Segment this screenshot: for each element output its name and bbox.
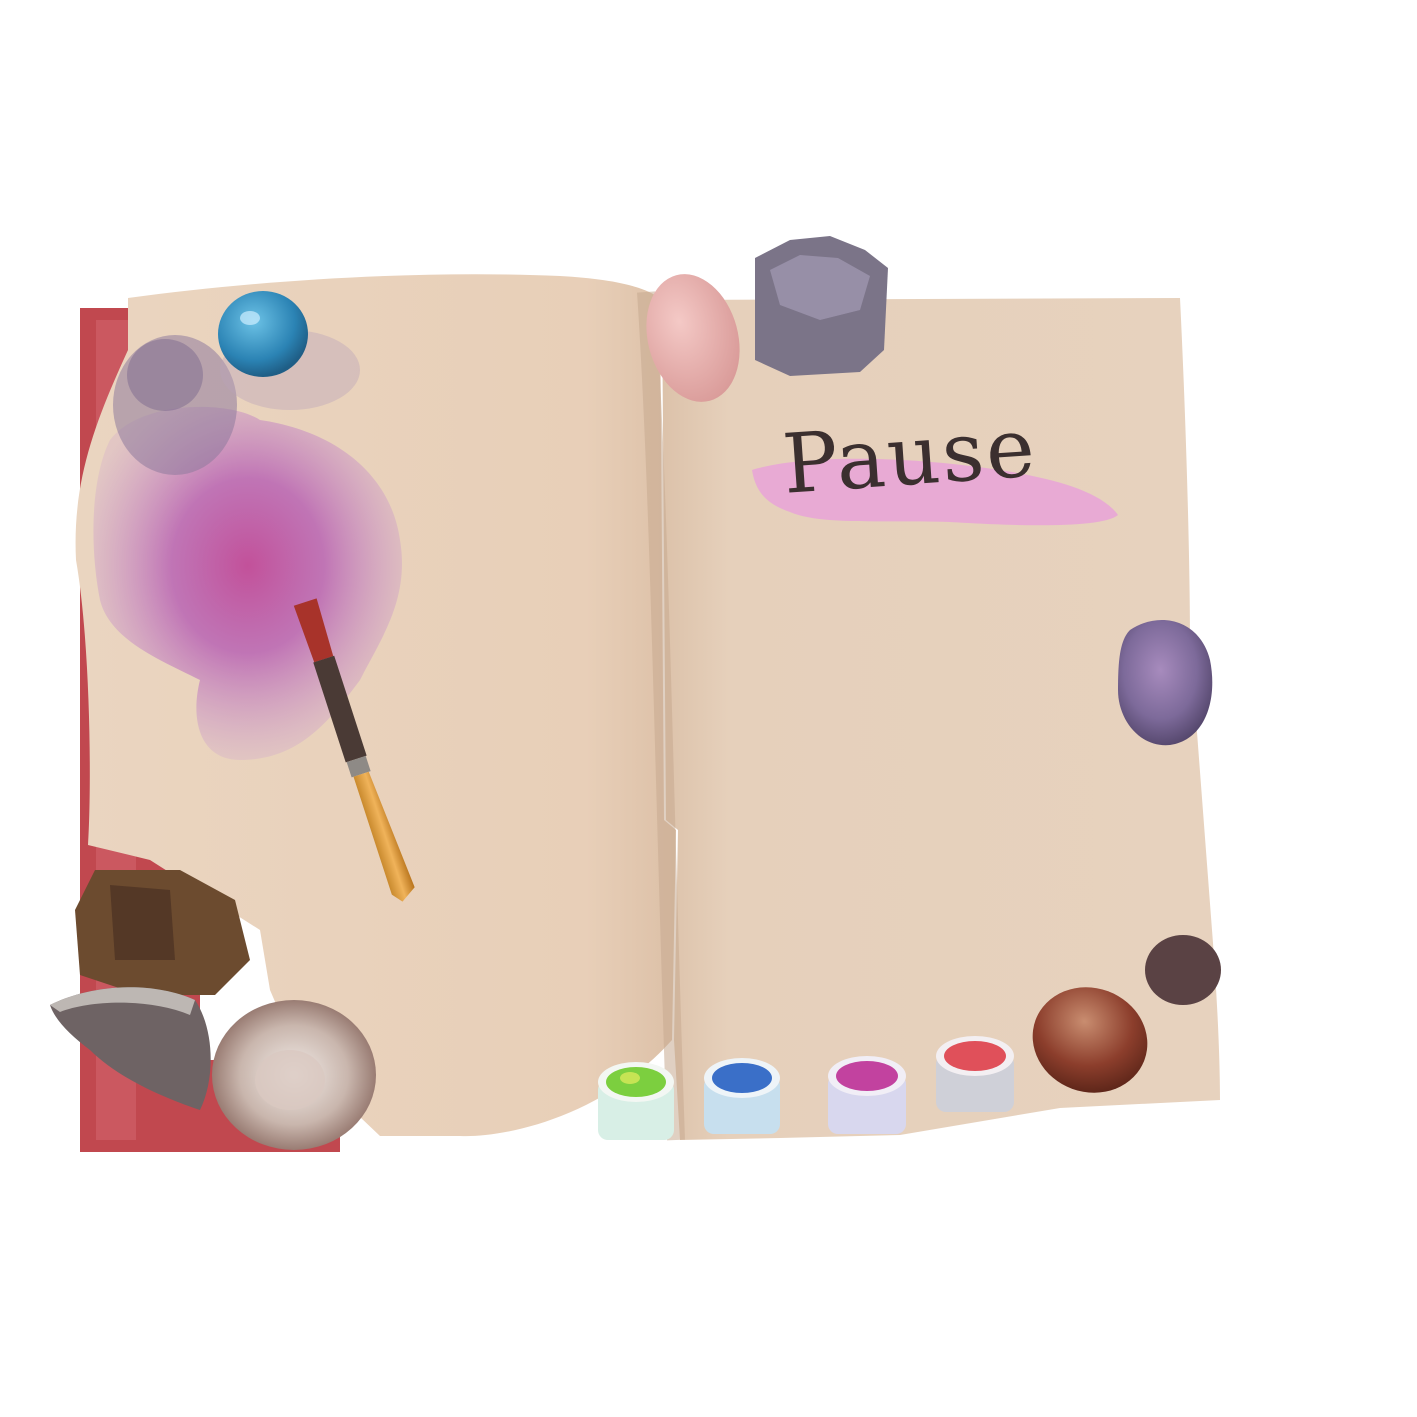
blue-paint-pot xyxy=(704,1058,780,1134)
dark-pebble xyxy=(1145,935,1221,1005)
blue-stone-shine xyxy=(240,311,260,325)
blue-stone xyxy=(218,291,308,377)
green-paint-pot xyxy=(598,1062,674,1140)
agate-geode-core xyxy=(255,1050,325,1110)
agate-right xyxy=(1118,620,1213,746)
journal-scene: Pause xyxy=(0,0,1417,1417)
page-title: Pause xyxy=(779,400,1040,513)
red-paint-pot xyxy=(936,1036,1014,1112)
amber-agate-inner xyxy=(110,885,175,960)
magenta-paint-pot xyxy=(828,1056,906,1134)
journal-illustration xyxy=(50,236,1221,1152)
